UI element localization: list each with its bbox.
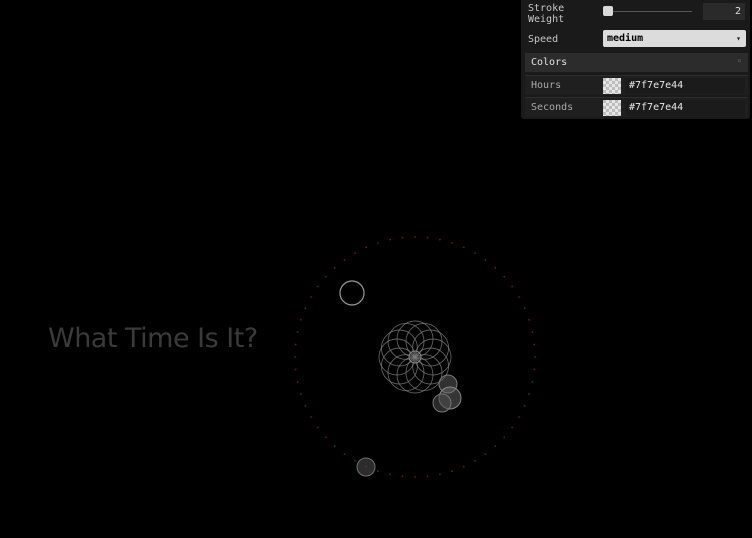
tick-mark [503,436,506,439]
tick-mark [317,426,319,429]
tick-mark [511,426,513,429]
tick-mark [523,307,526,310]
tick-mark [531,331,534,333]
tick-mark [343,259,346,261]
tick-mark [451,470,453,472]
tick-mark [401,475,404,478]
tick-mark [389,238,391,241]
tick-mark [365,246,368,249]
collapse-icon: ◦ [736,57,742,67]
speed-select-value: medium [607,33,644,44]
tick-mark [296,331,299,333]
colors-folder-label: Colors [531,57,568,68]
tick-mark [377,470,379,472]
tick-mark [324,275,327,278]
stroke-weight-slider[interactable] [606,10,692,13]
tick-mark [439,473,441,476]
stroke-weight-slider-handle[interactable] [603,6,613,16]
stroke-weight-input[interactable]: 2 [703,3,745,20]
tick-mark [484,259,487,261]
hours-label: Hours [531,80,562,91]
page-title: What Time Is It? [48,323,258,354]
tick-mark [343,453,346,455]
orb-lower-left [356,457,376,477]
tick-mark [300,393,302,395]
tick-mark [414,476,416,478]
tick-mark [462,246,465,249]
tick-mark [494,266,497,269]
tick-mark [518,416,520,418]
tick-mark [294,343,297,346]
tick-mark [294,356,296,358]
tick-mark [310,416,312,418]
tick-mark [300,319,302,321]
stroke-weight-label: Stroke Weight [528,3,564,25]
hours-color-input[interactable]: #7f7e7e44 [625,78,745,94]
tick-mark [474,460,476,462]
tick-mark [414,236,416,238]
chevron-down-icon: ▾ [736,34,741,43]
tick-mark [531,381,534,383]
tick-mark [533,343,536,346]
seconds-color-swatch[interactable] [603,100,621,116]
tick-mark [354,252,356,255]
tick-mark [401,236,404,239]
orb-mid [432,393,452,413]
tick-mark [534,356,536,358]
speed-label: Speed [528,34,559,45]
tick-mark [294,368,297,371]
tick-mark [511,285,513,288]
speed-select[interactable]: medium ▾ [603,30,746,47]
controls-panel: Stroke Weight 2 Speed medium ▾ Colors ◦ … [521,0,750,119]
tick-mark [533,368,536,371]
colors-folder-header[interactable]: Colors ◦ [525,53,748,72]
tick-mark [304,307,307,310]
tick-mark [462,465,465,468]
tick-mark [494,445,497,448]
tick-mark [324,436,327,439]
seconds-color-input[interactable]: #7f7e7e44 [625,100,745,116]
stroke-weight-row: Stroke Weight 2 [521,0,750,26]
tick-mark [518,296,520,298]
stroke-weight-label-line2: Weight [528,14,565,25]
tick-mark [354,460,356,462]
outline-orb [339,280,365,306]
stroke-weight-label-line1: Stroke [528,3,565,14]
tick-mark [474,252,476,255]
tick-mark [310,296,312,298]
tick-mark [484,453,487,455]
tick-mark [528,393,530,395]
seconds-label: Seconds [531,102,574,113]
tick-mark [333,266,336,269]
tick-mark [304,404,307,407]
hours-color-row: Hours #7f7e7e44 [525,75,748,95]
tick-mark [377,242,379,244]
tick-mark [333,445,336,448]
tick-mark [439,238,441,241]
tick-mark [317,285,319,288]
tick-mark [503,275,506,278]
tick-mark [426,236,429,239]
canvas-stage: What Time Is It? Stroke Weight 2 Speed m… [0,0,752,538]
tick-mark [528,319,530,321]
hours-color-swatch[interactable] [603,78,621,94]
tick-mark [451,242,453,244]
tick-mark [523,404,526,407]
seconds-color-row: Seconds #7f7e7e44 [525,97,748,117]
tick-mark [296,381,299,383]
tick-mark [426,475,429,478]
tick-mark [389,473,391,476]
